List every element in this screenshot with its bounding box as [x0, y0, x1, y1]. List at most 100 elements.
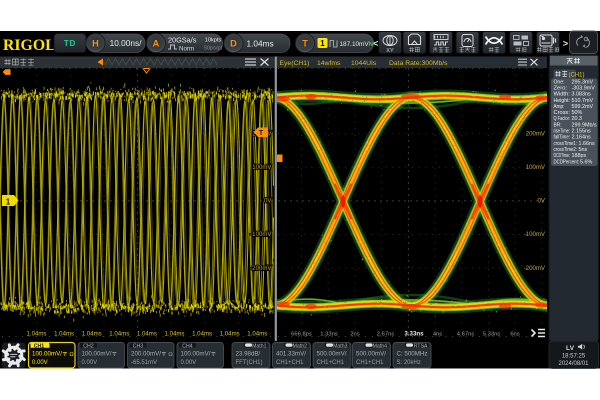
svg-text:-65.51mV: -65.51mV — [131, 360, 157, 366]
svg-text:DCDPercent:: DCDPercent: — [554, 159, 580, 165]
svg-text:50ps/pt: 50ps/pt — [204, 46, 223, 52]
svg-text:Cross:: Cross: — [554, 110, 570, 116]
svg-text:Norm: Norm — [179, 46, 194, 53]
svg-text:4.67ns: 4.67ns — [457, 332, 475, 338]
svg-text:5.6%: 5.6% — [580, 159, 592, 165]
svg-text:599.2mV: 599.2mV — [572, 104, 594, 110]
svg-text:2.155ns: 2.155ns — [572, 129, 591, 135]
svg-text:Data Rate:300Mb/s: Data Rate:300Mb/s — [389, 60, 448, 67]
svg-text:CH1: CH1 — [34, 344, 44, 350]
svg-text:-200mV: -200mV — [524, 265, 546, 272]
svg-text:DCDTime:: DCDTime: — [554, 153, 571, 159]
svg-text:1.04ms: 1.04ms — [137, 331, 157, 338]
svg-text:Math2: Math2 — [293, 343, 308, 349]
svg-text:299.9Mb/s: 299.9Mb/s — [572, 122, 597, 128]
svg-text:CH3: CH3 — [133, 343, 143, 349]
svg-text:FFT(CH1): FFT(CH1) — [236, 360, 263, 366]
svg-text:20.3: 20.3 — [572, 116, 583, 122]
svg-text:2.164ns: 2.164ns — [572, 135, 591, 141]
svg-text:Zero:: Zero: — [554, 85, 568, 91]
svg-text:Math4: Math4 — [373, 343, 388, 349]
svg-text:6ns: 6ns — [510, 332, 519, 338]
svg-text:100mV: 100mV — [526, 164, 546, 171]
svg-text:200mV: 200mV — [526, 130, 546, 137]
svg-text:fallTime:: fallTime: — [554, 135, 571, 141]
svg-text:10kpts: 10kpts — [205, 38, 222, 44]
svg-text:4ns: 4ns — [433, 332, 442, 338]
svg-text:>: > — [563, 39, 568, 49]
svg-text:crossTime1:: crossTime1: — [554, 141, 578, 147]
svg-text:S: 20kHz: S: 20kHz — [397, 360, 421, 366]
svg-text:Width:: Width: — [554, 92, 570, 98]
svg-text:2024/08/01: 2024/08/01 — [558, 361, 589, 367]
svg-text:A: A — [153, 39, 160, 49]
svg-text:1.04ms: 1.04ms — [82, 331, 102, 338]
svg-text:Eye(CH1): Eye(CH1) — [280, 60, 310, 67]
svg-text:2.67ns: 2.67ns — [377, 332, 395, 338]
svg-text:T: T — [302, 39, 308, 49]
svg-text:1.04ms: 1.04ms — [192, 331, 212, 338]
svg-text:1044UIs: 1044UIs — [351, 60, 377, 67]
svg-text:50%: 50% — [572, 110, 583, 116]
svg-text:Height:: Height: — [554, 98, 571, 104]
svg-text:C: 500MHz: C: 500MHz — [397, 350, 428, 357]
svg-text:20GSa/s: 20GSa/s — [168, 35, 197, 44]
svg-text:Ω: Ω — [69, 352, 74, 358]
svg-text:500.00mV/: 500.00mV/ — [317, 350, 347, 357]
svg-text:RTSA: RTSA — [414, 343, 428, 349]
svg-text:1.04ms: 1.04ms — [27, 331, 47, 338]
svg-text:18:57:25: 18:57:25 — [562, 354, 586, 360]
svg-text:3.083ns: 3.083ns — [572, 92, 591, 98]
svg-text:1.04ms: 1.04ms — [109, 331, 129, 338]
svg-text:10.00ns/: 10.00ns/ — [110, 38, 143, 48]
svg-text:1.04ms: 1.04ms — [247, 331, 267, 338]
svg-text:CH1+CH1: CH1+CH1 — [356, 360, 384, 366]
svg-text:LV: LV — [566, 345, 575, 352]
svg-text:Math1: Math1 — [252, 343, 267, 349]
svg-text:CH1+CH1: CH1+CH1 — [276, 360, 304, 366]
svg-text:14wfms: 14wfms — [317, 60, 341, 67]
svg-text:200.00mV/: 200.00mV/ — [131, 350, 161, 357]
svg-text:RIGOL: RIGOL — [3, 37, 56, 54]
svg-text:-200mV: -200mV — [250, 265, 272, 272]
svg-text:1.04ms: 1.04ms — [54, 331, 74, 338]
svg-text:XY: XY — [386, 48, 394, 54]
svg-text:1: 1 — [6, 197, 11, 206]
svg-text:1.66ns: 1.66ns — [579, 141, 595, 147]
svg-text:H: H — [92, 39, 99, 49]
svg-text:295.3mV: 295.3mV — [572, 79, 594, 85]
svg-text:500.00mV/: 500.00mV/ — [356, 350, 386, 357]
svg-text:One:: One: — [554, 79, 565, 85]
svg-text:100.00mV/: 100.00mV/ — [181, 350, 211, 357]
svg-text:CH2: CH2 — [83, 343, 93, 349]
svg-text:187.10mV: 187.10mV — [340, 41, 370, 48]
svg-text:<: < — [373, 39, 378, 49]
svg-text:Amp:: Amp: — [554, 104, 565, 110]
svg-text:5ns: 5ns — [579, 147, 588, 153]
svg-text:23.98dB/: 23.98dB/ — [236, 350, 261, 357]
svg-text:1.04ms: 1.04ms — [220, 331, 240, 338]
svg-text:188ps: 188ps — [572, 153, 587, 159]
svg-text:0.00V: 0.00V — [82, 360, 98, 366]
svg-text:-303.9mV: -303.9mV — [572, 85, 596, 91]
svg-text:(CH1): (CH1) — [569, 72, 585, 78]
svg-text:1.33ns: 1.33ns — [320, 332, 338, 338]
svg-text:5.33ns: 5.33ns — [483, 332, 501, 338]
svg-text:-100mV: -100mV — [250, 231, 272, 238]
svg-text:401.33mV/: 401.33mV/ — [276, 350, 306, 357]
svg-text:Math3: Math3 — [333, 343, 348, 349]
svg-text:1.04ms: 1.04ms — [247, 39, 274, 49]
svg-text:1: 1 — [320, 39, 325, 48]
svg-text:1.04ms: 1.04ms — [165, 331, 185, 338]
svg-text:100mV: 100mV — [252, 164, 272, 171]
svg-text:TD: TD — [64, 39, 76, 48]
svg-text:100.00mV/: 100.00mV/ — [32, 350, 62, 357]
svg-text:T: T — [259, 130, 264, 137]
svg-text:0V: 0V — [538, 198, 546, 205]
svg-text:510.7mV: 510.7mV — [572, 98, 594, 104]
svg-text:riseTime:: riseTime: — [554, 129, 571, 135]
svg-text:3.33ns: 3.33ns — [404, 331, 424, 338]
svg-text:CH4: CH4 — [182, 343, 192, 349]
svg-text:2ns: 2ns — [350, 332, 359, 338]
svg-text:0V: 0V — [264, 198, 272, 205]
